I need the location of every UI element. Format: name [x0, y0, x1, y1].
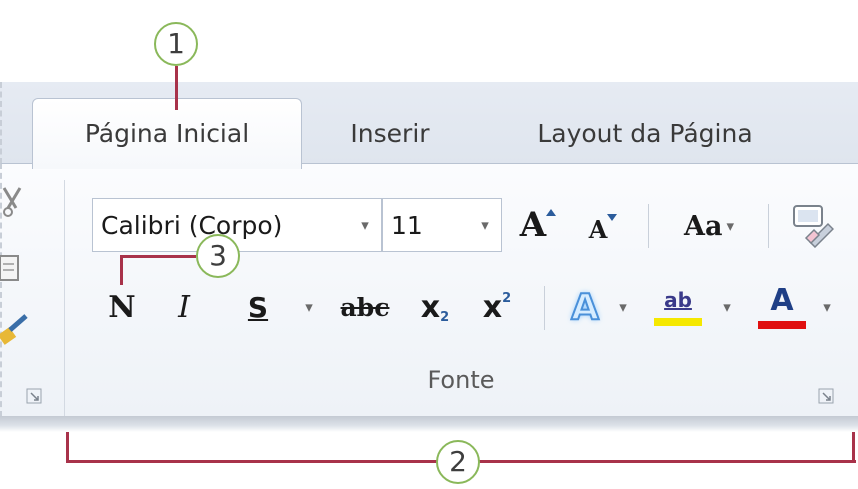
- bracket-left: [66, 432, 69, 462]
- strikethrough-button[interactable]: abc: [334, 282, 396, 332]
- strikethrough-glyph: abc: [340, 292, 390, 322]
- subscript-glyph: x: [420, 289, 441, 325]
- underline-button[interactable]: S: [238, 282, 278, 332]
- highlight-color-bar: [654, 318, 702, 326]
- highlight-glyph: ab: [664, 288, 692, 312]
- highlight-button[interactable]: ab: [652, 280, 704, 334]
- tab-pagina-inicial[interactable]: Página Inicial: [32, 98, 302, 169]
- font-color-dropdown-icon[interactable]: ▾: [818, 298, 836, 316]
- highlight-dropdown-icon[interactable]: ▾: [718, 298, 736, 316]
- italic-glyph: I: [178, 289, 190, 325]
- chevron-down-icon: ▾: [726, 217, 734, 235]
- superscript-button[interactable]: x 2: [470, 282, 524, 332]
- font-name-combo[interactable]: Calibri (Corpo) ▾: [92, 198, 382, 252]
- callout-3-line-horizontal: [120, 255, 196, 258]
- shrink-font-glyph: A: [588, 214, 608, 244]
- separator: [768, 204, 769, 248]
- callout-1-line: [175, 66, 178, 110]
- bold-glyph: N: [108, 289, 136, 325]
- separator: [648, 204, 649, 248]
- font-size-value: 11: [391, 211, 423, 240]
- ribbon-screenshot: Página Inicial Inserir Layout da Página: [0, 0, 858, 489]
- callout-2: 2: [436, 440, 480, 484]
- format-painter-icon[interactable]: [0, 314, 32, 346]
- dialog-launcher-icon[interactable]: [818, 388, 834, 404]
- change-case-glyph: Aa: [684, 210, 723, 242]
- font-name-value: Calibri (Corpo): [101, 211, 283, 240]
- font-color-glyph: A: [770, 283, 794, 318]
- superscript-index: 2: [502, 290, 512, 306]
- grow-font-glyph: A: [519, 205, 547, 245]
- ribbon-bottom-edge: [0, 416, 858, 432]
- bracket-right: [852, 432, 855, 462]
- clear-formatting-icon: [793, 205, 834, 248]
- callout-1: 1: [154, 22, 198, 66]
- font-size-combo[interactable]: 11 ▾: [382, 198, 502, 252]
- underline-dropdown-icon[interactable]: ▾: [300, 298, 318, 316]
- cut-icon[interactable]: [0, 186, 32, 218]
- caret-down-icon: [607, 214, 618, 221]
- font-color-button[interactable]: A: [756, 280, 808, 334]
- subscript-index: 2: [440, 309, 450, 325]
- bold-button[interactable]: N: [102, 282, 142, 332]
- clear-formatting-button[interactable]: [786, 200, 836, 250]
- group-label-fonte: Fonte: [427, 366, 495, 394]
- text-effects-button[interactable]: A: [560, 282, 610, 332]
- text-effects-dropdown-icon[interactable]: ▾: [614, 298, 632, 316]
- chevron-down-icon[interactable]: ▾: [353, 199, 377, 253]
- tab-layout-da-pagina[interactable]: Layout da Página: [495, 104, 795, 160]
- chevron-down-icon[interactable]: ▾: [473, 199, 497, 253]
- change-case-button[interactable]: Aa ▾: [666, 202, 752, 250]
- superscript-glyph: x: [482, 289, 503, 325]
- grow-font-button[interactable]: A: [512, 200, 564, 250]
- underline-glyph: S: [247, 290, 269, 324]
- shrink-font-button[interactable]: A: [578, 206, 628, 252]
- caret-up-icon: [546, 209, 557, 216]
- tab-inserir[interactable]: Inserir: [320, 104, 460, 160]
- callout-3-line-vertical: [120, 255, 123, 285]
- italic-button[interactable]: I: [164, 282, 204, 332]
- copy-icon[interactable]: [0, 252, 32, 284]
- clipboard-dialog-launcher-icon[interactable]: [26, 388, 42, 404]
- callout-3: 3: [196, 234, 240, 278]
- separator: [544, 286, 545, 330]
- font-color-bar: [758, 321, 806, 329]
- subscript-button[interactable]: x 2: [408, 282, 462, 332]
- text-effects-glyph: A: [570, 286, 600, 329]
